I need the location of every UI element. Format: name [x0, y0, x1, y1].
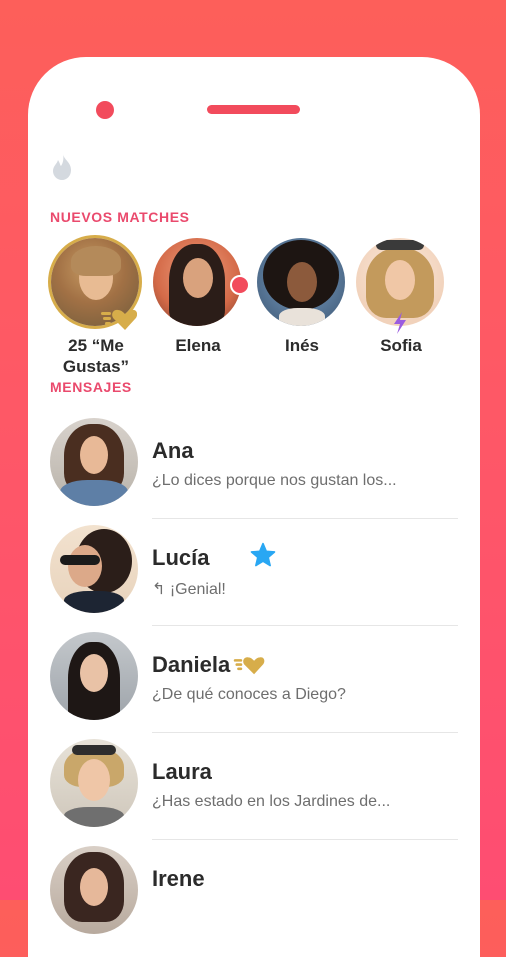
avatar: [50, 846, 138, 934]
avatar: [50, 632, 138, 720]
match-name: 25 “Me Gustas”: [62, 336, 130, 376]
conversation-name: Laura: [152, 759, 212, 784]
match-name: Sofia: [380, 336, 422, 355]
divider: [152, 839, 458, 840]
star-icon: [250, 542, 276, 567]
conversation-preview: ¿De qué conoces a Diego?: [152, 686, 346, 703]
divider: [152, 732, 458, 733]
match-name: Elena: [175, 336, 221, 355]
bolt-icon: [394, 312, 406, 334]
conversation-preview: ¿Lo dices porque nos gustan los...: [152, 472, 397, 489]
conversation-laura[interactable]: Laura ¿Has estado en los Jardines de...: [50, 739, 460, 846]
conversation-name: Daniela: [152, 652, 231, 677]
conversation-daniela[interactable]: Daniela ¿De qué conoces a Diego?: [50, 632, 460, 739]
online-dot: [230, 275, 250, 295]
avatar: [153, 238, 241, 326]
flame-icon[interactable]: [50, 153, 76, 181]
section-title-messages: MENSAJES: [50, 379, 132, 395]
avatar: [50, 418, 138, 506]
gold-heart-icon: [233, 657, 265, 675]
avatar: [50, 525, 138, 613]
conversation-preview: ¿Has estado en los Jardines de...: [152, 793, 391, 810]
divider: [152, 625, 458, 626]
conversation-name: Irene: [152, 866, 205, 891]
phone-speaker: [207, 105, 300, 114]
phone-frame: NUEVOS MATCHES 25 “Me Gustas” Elena Inés…: [28, 57, 480, 957]
avatar: [50, 739, 138, 827]
conversation-ana[interactable]: Ana ¿Lo dices porque nos gustan los...: [50, 418, 460, 525]
divider: [152, 518, 458, 519]
conversation-name: Ana: [152, 438, 194, 463]
section-title-new-matches: NUEVOS MATCHES: [50, 209, 190, 225]
conversation-preview: ↰ ¡Genial!: [152, 581, 226, 598]
avatar: [257, 238, 345, 326]
phone-camera: [96, 101, 114, 119]
conversation-name: Lucía: [152, 545, 210, 570]
gold-heart-icon: [101, 309, 137, 330]
conversation-lucia[interactable]: Lucía ↰ ¡Genial!: [50, 525, 460, 632]
match-name: Inés: [284, 336, 320, 355]
